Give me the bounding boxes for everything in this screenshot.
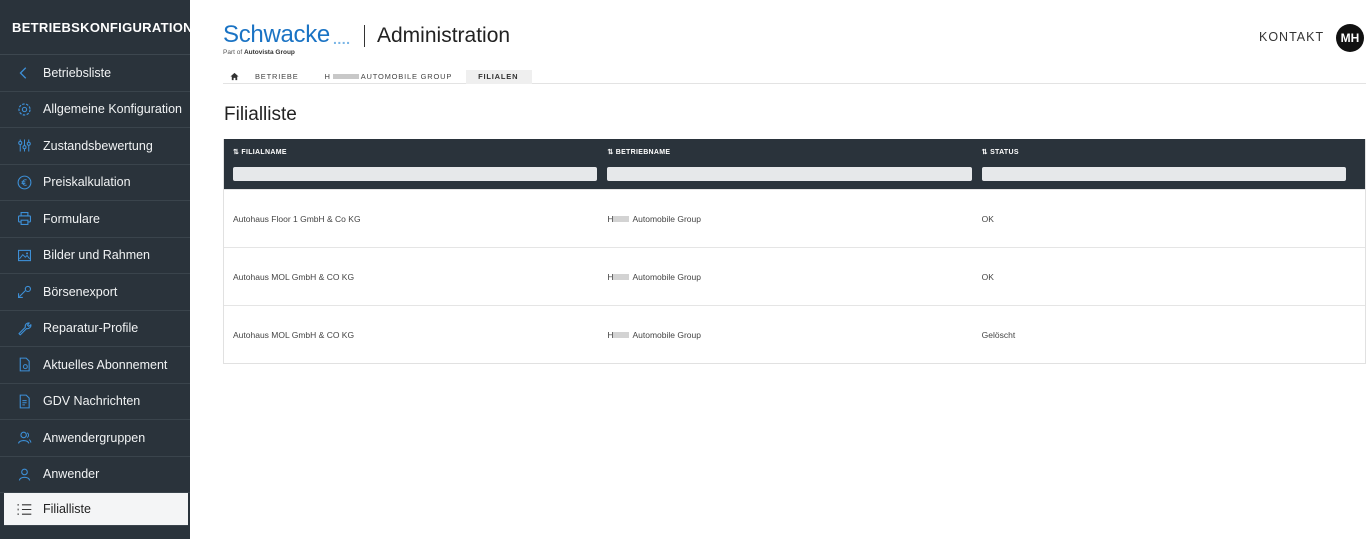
home-icon[interactable]: [225, 72, 243, 81]
filter-filialname-input[interactable]: [233, 167, 598, 181]
title-separator: [364, 25, 365, 47]
breadcrumb-betrieb-prefix: H: [324, 72, 331, 81]
cell-betriebname: H Automobile Group: [607, 330, 981, 340]
filter-betriebname-input[interactable]: [607, 167, 972, 181]
sidebar-item-bilder-und-rahmen[interactable]: Bilder und Rahmen: [0, 238, 190, 274]
message-document-icon: [14, 391, 34, 411]
sidebar-item-label: Preiskalkulation: [43, 175, 131, 190]
cell-filialname: Autohaus Floor 1 GmbH & Co KG: [233, 213, 361, 224]
redaction-bar: [613, 274, 630, 281]
sidebar-item-zustandsbewertung[interactable]: Zustandsbewertung: [0, 128, 190, 165]
sidebar-item-formulare[interactable]: Formulare: [0, 201, 190, 238]
redaction-bar: [613, 216, 630, 223]
redaction-bar: [613, 332, 630, 339]
breadcrumb-betriebe[interactable]: BETRIEBE: [243, 70, 313, 84]
breadcrumb-betrieb-suffix: AUTOMOBILE GROUP: [360, 72, 453, 81]
page-title: Filialliste: [224, 104, 297, 125]
sidebar-item-aktuelles-abonnement[interactable]: Aktuelles Abonnement: [0, 347, 190, 384]
image-icon: [14, 245, 34, 265]
chevron-left-icon: [14, 63, 34, 83]
sidebar-item-label: Allgemeine Konfiguration: [43, 102, 182, 117]
cell-status: OK: [981, 271, 994, 282]
sidebar-item-reparatur-profile[interactable]: Reparatur-Profile: [0, 311, 190, 347]
list-icon: [14, 499, 34, 519]
redaction-bar: [332, 74, 359, 79]
sidebar-item-label: Reparatur-Profile: [43, 321, 139, 336]
betrieb-suffix: Automobile Group: [632, 329, 701, 340]
sidebar-item-filialliste[interactable]: Filialliste: [4, 493, 188, 526]
avatar[interactable]: MH: [1336, 24, 1364, 52]
app-title: Administration: [364, 24, 510, 48]
column-betriebname: ⇅ BETRIEBNAME: [607, 139, 981, 189]
column-header-filialname[interactable]: ⇅ FILIALNAME: [233, 148, 597, 156]
table-row[interactable]: Autohaus MOL GmbH & CO KG H Automobile Gr…: [224, 305, 1365, 363]
document-icon: [14, 355, 34, 375]
sidebar: BETRIEBSKONFIGURATION Betriebsliste Allg…: [0, 0, 193, 539]
sidebar-item-anwendergruppen[interactable]: Anwendergruppen: [0, 420, 190, 457]
table-row[interactable]: Autohaus MOL GmbH & CO KG H Automobile Gr…: [224, 247, 1365, 305]
sidebar-item-label: Anwendergruppen: [43, 430, 146, 445]
logo-subtitle: Part of Autovista Group: [223, 49, 351, 56]
table-header: ⇅ FILIALNAME ⇅ BETRIEBNAME ⇅ STATUS: [224, 139, 1365, 189]
brand-logo[interactable]: Schwacke.... Part of Autovista Group: [223, 21, 351, 57]
sidebar-item-label: Filialliste: [43, 502, 91, 516]
sidebar-title: BETRIEBSKONFIGURATION: [0, 0, 193, 55]
column-header-status[interactable]: ⇅ STATUS: [982, 148, 1346, 156]
user-icon: [14, 464, 34, 484]
sidebar-item-label: Anwender: [43, 467, 100, 482]
logo-dots: ....: [332, 31, 351, 47]
sidebar-item-preiskalkulation[interactable]: Preiskalkulation: [0, 165, 190, 201]
user-group-icon: [14, 428, 34, 448]
cell-betriebname: H Automobile Group: [607, 214, 981, 224]
betrieb-suffix: Automobile Group: [632, 271, 701, 282]
sidebar-item-gdv-nachrichten[interactable]: GDV Nachrichten: [0, 384, 190, 420]
sidebar-item-betriebsliste[interactable]: Betriebsliste: [0, 55, 190, 92]
sidebar-item-label: Bilder und Rahmen: [43, 248, 151, 263]
cell-status: Gelöscht: [981, 329, 1016, 340]
sidebar-item-anwender[interactable]: Anwender: [0, 457, 190, 493]
filter-status-input[interactable]: [981, 167, 1346, 181]
breadcrumb-betrieb[interactable]: H AUTOMOBILE GROUP: [313, 70, 467, 84]
sliders-icon: [14, 136, 34, 156]
table-row[interactable]: Autohaus Floor 1 GmbH & Co KG H Automobil…: [224, 189, 1365, 247]
sidebar-item-label: GDV Nachrichten: [43, 394, 141, 409]
export-icon: [14, 282, 34, 302]
sidebar-item-label: Formulare: [43, 211, 100, 226]
printer-icon: [14, 209, 34, 229]
sidebar-item-label: Zustandsbewertung: [43, 138, 153, 153]
sidebar-item-allgemeine-konfiguration[interactable]: Allgemeine Konfiguration: [0, 92, 190, 128]
column-header-betriebname[interactable]: ⇅ BETRIEBNAME: [607, 148, 971, 156]
contact-link[interactable]: KONTAKT: [1259, 30, 1324, 44]
sidebar-item-label: Betriebsliste: [43, 65, 112, 80]
column-filialname: ⇅ FILIALNAME: [233, 139, 607, 189]
breadcrumb: BETRIEBE H AUTOMOBILE GROUP FILIALEN: [223, 69, 1366, 84]
cell-filialname: Autohaus MOL GmbH & CO KG: [233, 329, 355, 340]
logo-text: Schwacke: [223, 21, 330, 48]
gear-icon: [14, 99, 34, 119]
betrieb-suffix: Automobile Group: [632, 213, 701, 224]
branch-table: ⇅ FILIALNAME ⇅ BETRIEBNAME ⇅ STATUS Auto…: [223, 139, 1366, 364]
column-status: ⇅ STATUS: [981, 139, 1356, 189]
sidebar-item-label: Aktuelles Abonnement: [43, 357, 168, 372]
sidebar-item-boersenexport[interactable]: Börsenexport: [0, 274, 190, 311]
cell-status: OK: [981, 213, 994, 224]
cell-filialname: Autohaus MOL GmbH & CO KG: [233, 271, 355, 282]
wrench-icon: [14, 318, 34, 338]
sidebar-item-label: Börsenexport: [43, 284, 118, 299]
app-title-text: Administration: [377, 24, 511, 47]
breadcrumb-filialen: FILIALEN: [466, 69, 533, 84]
logo-sub-prefix: Part of: [223, 49, 243, 56]
euro-icon: [14, 172, 34, 192]
logo-sub-brand: Autovista Group: [243, 49, 295, 56]
cell-betriebname: H Automobile Group: [607, 272, 981, 282]
